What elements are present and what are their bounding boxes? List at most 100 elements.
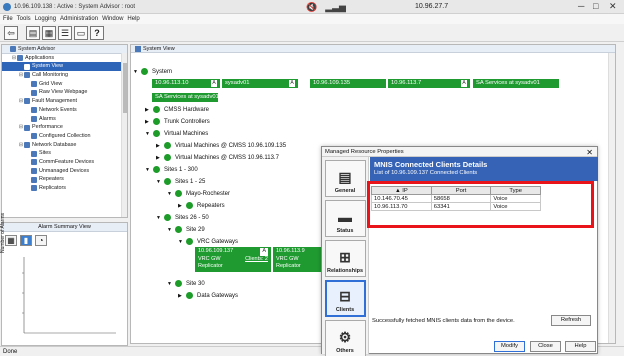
system-ip-bar[interactable]: 10.96.109.135 [310,79,386,88]
menu-file[interactable]: File [3,16,13,22]
expand-icon[interactable]: ▼ [145,167,153,173]
tree-node-icon [24,98,30,105]
system-ip-bar[interactable]: 10.96.113.7 A [388,79,470,88]
tree-item-commfeature-devices[interactable]: CommFeature Devices [2,158,127,167]
tree-item-grid-view[interactable]: Grid View [2,80,127,89]
expand-icon[interactable]: ▶ [145,107,153,113]
bar-chart-icon[interactable]: ▮ [20,235,32,246]
node-site-30[interactable]: ▼ Site 30 [167,280,205,287]
expand-icon[interactable]: ▼ [156,179,164,185]
tree-item-sites[interactable]: Sites [2,149,127,158]
tree-item-raw-view-webpage[interactable]: Raw View Webpage [2,88,127,97]
gateway-tile[interactable]: 10.96.109.137 A VRC GW Clients: 2 Replicator [195,247,271,272]
clients-link[interactable]: Clients: 2 [245,256,268,264]
tree-item-system-view[interactable]: System View [2,62,127,72]
node-label: Virtual Machines @ CMSS 10.96.113.7 [175,154,279,161]
tree-item-configured-collection[interactable]: Configured Collection [2,132,127,141]
menu-help[interactable]: Help [127,16,139,22]
mute-icon[interactable]: 🔇 [306,2,317,12]
node-vm-cmss-2[interactable]: ▶ Virtual Machines @ CMSS 10.96.113.7 [156,154,279,161]
tree-item-applications[interactable]: ⊟ Applications [2,54,127,63]
save-icon[interactable]: ▤ [26,26,40,40]
node-vm-cmss-1[interactable]: ▶ Virtual Machines @ CMSS 10.96.109.135 [156,142,286,149]
table-view-icon[interactable]: ▦ [5,235,17,246]
main-scrollbar[interactable] [608,53,615,343]
tab-others[interactable]: ⚙ Others [324,320,366,356]
tree-node-icon [17,55,23,62]
gateway-tile[interactable]: 10.96.113.9 VRC GW Replicator [273,247,321,272]
menu-tools[interactable]: Tools [17,16,31,22]
node-system[interactable]: ▼ System [133,68,172,75]
system-ip-bar[interactable]: SA Services at sysadv01 [473,79,559,88]
refresh-button[interactable]: Refresh [551,315,591,326]
column-type[interactable]: Type [490,186,541,195]
node-mayo-rochester[interactable]: ▼ Mayo-Rochester [167,190,230,197]
node-sites-26-50[interactable]: ▼ Sites 26 - 50 [156,214,209,221]
system-ip-bar[interactable]: sysadv01 A [222,79,298,88]
node-repeaters[interactable]: ▶ Repeaters [178,202,225,209]
tab-status[interactable]: ▬ Status [324,200,366,237]
tree-item-label: Repeaters [39,176,64,183]
menu-administration[interactable]: Administration [60,16,98,22]
expand-icon[interactable]: ▶ [156,143,164,149]
expand-icon[interactable]: ▶ [178,293,186,299]
menu-window[interactable]: Window [102,16,123,22]
expand-icon[interactable]: ▶ [178,203,186,209]
maximize-icon[interactable]: □ [593,1,598,11]
expand-icon[interactable]: ▼ [167,281,175,287]
back-icon[interactable]: ⇦ [4,26,18,40]
tree-item-replicators[interactable]: Replicators [2,184,127,193]
dialog-close-icon[interactable]: ✕ [586,148,593,157]
tab-general[interactable]: ▤ General [324,160,366,197]
window-icon[interactable]: ▭ [74,26,88,40]
minimize-icon[interactable]: ─ [578,1,584,11]
sa-services-bar[interactable]: SA Services at sysadv01 [152,93,219,102]
tree-item-performance[interactable]: ⊟ Performance [2,123,127,132]
node-trunk-controllers[interactable]: ▶ Trunk Controllers [145,118,210,125]
expand-icon[interactable]: ▶ [145,119,153,125]
expand-icon[interactable]: ▼ [133,69,141,75]
node-vrc-gateways[interactable]: ▼ VRC Gateways [178,238,238,245]
expand-icon[interactable]: ▼ [145,131,153,137]
tree-item-network-database[interactable]: ⊟ Network Database [2,141,127,150]
system-ip-bar[interactable]: 10.96.113.10 A [152,79,220,88]
help-icon[interactable]: ? [90,26,104,40]
modify-button[interactable]: Modify [494,341,525,352]
tab-clients[interactable]: ⊟ Clients [324,280,366,317]
tree-item-alarms[interactable]: Alarms [2,115,127,124]
tree-scrollbar[interactable] [121,53,127,217]
close-window-icon[interactable]: ✕ [609,1,617,12]
tree-item-fault-management[interactable]: ⊟ Fault Management [2,97,127,106]
ip-label: sysadv01 [225,80,250,86]
tree-item-repeaters[interactable]: Repeaters [2,175,127,184]
help-button[interactable]: Help [565,341,596,352]
tab-label: Clients [335,307,355,313]
expand-icon[interactable]: ▶ [156,155,164,161]
tree-item-call-monitoring[interactable]: ⊟ Call Monitoring [2,71,127,80]
expand-icon[interactable]: ▼ [156,215,164,221]
menu-logging[interactable]: Logging [35,16,56,22]
node-virtual-machines[interactable]: ▼ Virtual Machines [145,130,208,137]
pie-chart-icon[interactable]: ◔ [35,235,47,246]
grid-icon[interactable]: ▦ [42,26,56,40]
tree-item-system-advisor[interactable]: System Advisor [2,45,127,54]
table-row[interactable]: 10.96.113.70 63341 Voice [371,202,541,211]
expand-icon[interactable]: ▼ [178,239,186,245]
column-port[interactable]: Port [430,186,492,195]
node-site-29[interactable]: ▼ Site 29 [167,226,205,233]
tree-item-unmanaged-devices[interactable]: Unmanaged Devices [2,167,127,176]
node-cmss-hardware[interactable]: ▶ CMSS Hardware [145,106,209,113]
tab-relationships[interactable]: ⊞ Relationships [324,240,366,277]
node-sites-1-25[interactable]: ▼ Sites 1 - 25 [156,178,205,185]
table-icon[interactable]: ☰ [58,26,72,40]
expand-icon[interactable]: ▼ [167,191,175,197]
tree-item-label: Applications [25,54,55,61]
node-sites-1-300[interactable]: ▼ Sites 1 - 300 [145,166,198,173]
expand-icon[interactable]: ▼ [167,227,175,233]
table-row[interactable]: 10.146.70.45 58658 Voice [371,194,541,203]
close-button[interactable]: Close [530,341,561,352]
node-data-gateways[interactable]: ▶ Data Gateways [178,292,238,299]
column-ip[interactable]: ▲ IP [371,186,432,195]
tree-item-network-events[interactable]: Network Events [2,106,127,115]
status-dot-icon [153,166,160,173]
